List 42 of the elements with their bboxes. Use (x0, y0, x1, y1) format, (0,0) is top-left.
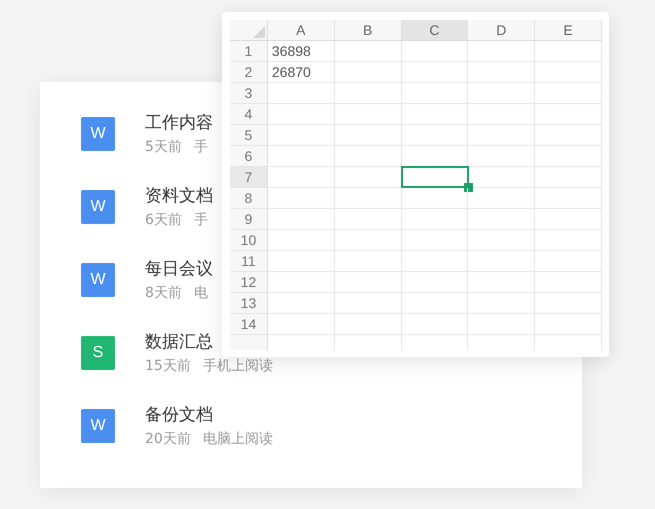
file-type-icon: S (81, 336, 115, 370)
row-header[interactable]: 5 (230, 125, 268, 145)
column-header[interactable]: D (468, 20, 536, 40)
file-title[interactable]: 数据汇总 (145, 332, 213, 352)
file-source: 电脑上阅读 (202, 430, 273, 448)
row-header[interactable]: 8 (230, 188, 268, 208)
file-source: 手机上阅读 (202, 358, 273, 374)
file-source: 手 (194, 138, 208, 156)
file-source: 电 (194, 284, 208, 302)
row-header[interactable]: 11 (230, 251, 268, 271)
row-header[interactable]: 1 (230, 41, 268, 61)
row-header[interactable]: 9 (230, 209, 268, 229)
row-header[interactable]: 4 (230, 104, 268, 124)
file-type-icon: W (81, 190, 115, 224)
file-title[interactable]: 工作内容 (145, 112, 213, 132)
file-title[interactable]: 备份文档 (145, 404, 213, 424)
row-header[interactable]: 10 (230, 230, 268, 250)
row-header[interactable]: 14 (230, 314, 268, 334)
file-title[interactable]: 每日会议 (145, 258, 213, 278)
row-header[interactable]: 12 (230, 272, 268, 292)
column-header[interactable]: A (268, 20, 335, 40)
row-header[interactable]: 13 (230, 293, 268, 313)
file-time: 15天前 (145, 358, 191, 374)
row-header[interactable]: 3 (230, 83, 268, 103)
grid-cell[interactable]: 36898 (268, 41, 335, 61)
row-header[interactable]: 7 (230, 167, 268, 187)
file-type-icon: W (81, 263, 115, 297)
file-time: 8天前 (145, 284, 182, 302)
file-source: 手 (194, 212, 208, 228)
file-time: 20天前 (145, 430, 191, 448)
row-header[interactable] (230, 335, 268, 350)
row-header[interactable]: 2 (230, 62, 268, 82)
grid-cell[interactable]: 26870 (268, 62, 335, 82)
column-header[interactable]: C (402, 20, 468, 40)
column-header[interactable]: E (535, 20, 602, 40)
file-type-icon: W (81, 117, 115, 151)
select-all-corner-icon[interactable] (252, 26, 265, 38)
file-time: 5天前 (145, 138, 182, 156)
file-type-icon: W (81, 409, 115, 443)
file-title[interactable]: 资料文档 (145, 186, 213, 206)
file-time: 6天前 (145, 212, 182, 228)
row-header[interactable]: 6 (230, 146, 268, 166)
